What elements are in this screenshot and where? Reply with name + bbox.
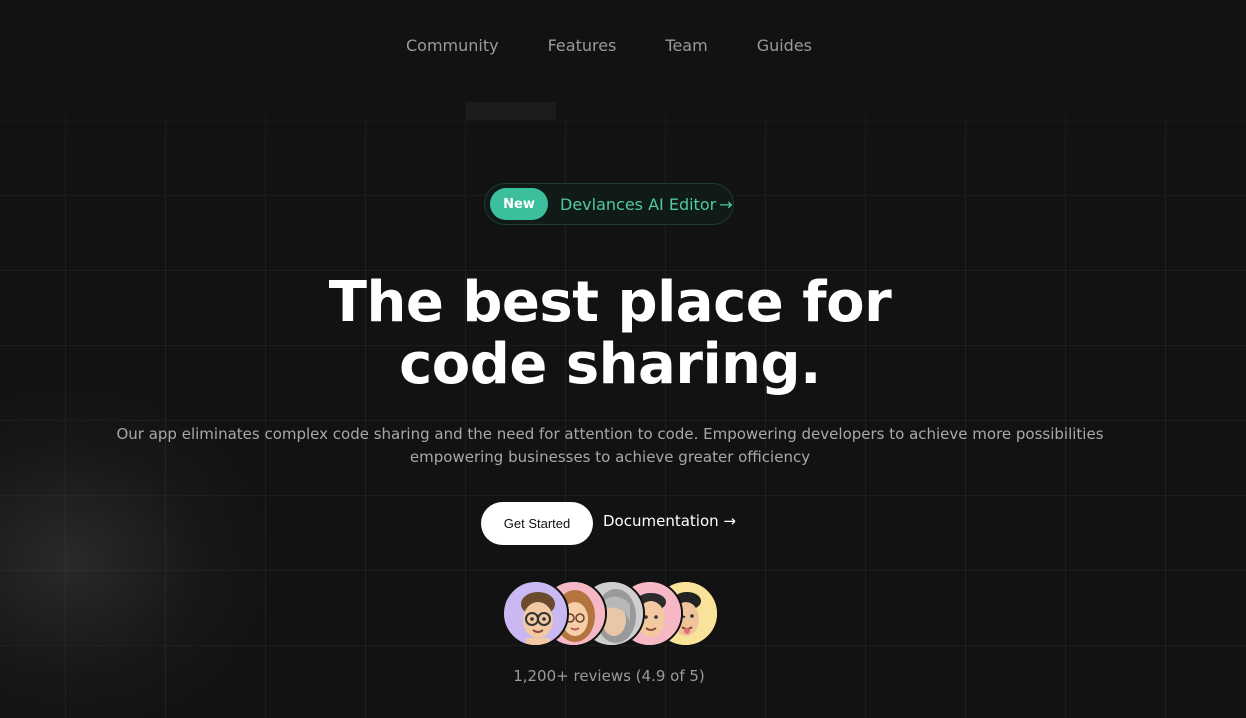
new-badge: New xyxy=(490,188,548,220)
nav-item-guides[interactable]: Guides xyxy=(757,36,812,55)
get-started-button[interactable]: Get Started xyxy=(481,502,593,545)
landing-page: Community Features Team Guides New Devla… xyxy=(0,0,1246,718)
hero-subtitle-line-2: empowering businesses to achieve greater… xyxy=(409,448,811,466)
nav-item-team[interactable]: Team xyxy=(665,36,707,55)
hero-subtitle-line-1: Our app eliminates complex code sharing … xyxy=(116,425,1104,443)
reviews-summary: 1,200+ reviews (4.9 of 5) xyxy=(513,667,705,685)
memoji-glasses-avatar xyxy=(502,580,569,647)
hero-subtitle: Our app eliminates complex code sharing … xyxy=(100,423,1120,469)
announcement-label: Devlances AI Editor xyxy=(560,194,717,214)
top-nav: Community Features Team Guides xyxy=(0,36,1246,55)
nav-item-community[interactable]: Community xyxy=(406,36,499,55)
hero-title: The best place for code sharing. xyxy=(0,272,1220,396)
avatar-stack xyxy=(502,580,719,649)
hero-title-line-2: code sharing. xyxy=(399,332,821,397)
documentation-link[interactable]: Documentation → xyxy=(603,512,736,530)
nav-item-features[interactable]: Features xyxy=(548,36,617,55)
announcement-pill[interactable]: New Devlances AI Editor → xyxy=(484,183,734,225)
hero-title-line-1: The best place for xyxy=(328,270,892,335)
arrow-right-icon: → xyxy=(719,194,733,214)
